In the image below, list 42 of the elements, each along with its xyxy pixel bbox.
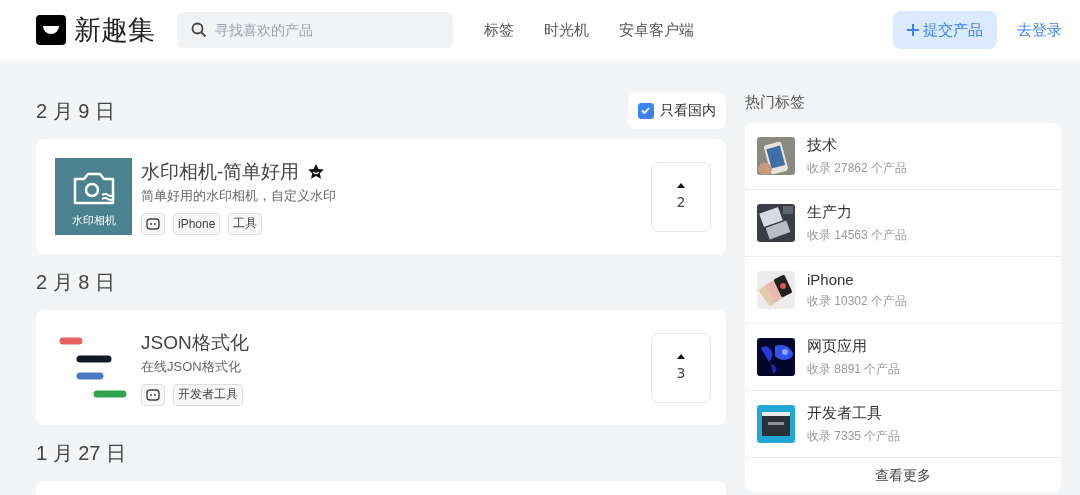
product-name[interactable]: 水印相机-简单好用: [141, 158, 300, 185]
product-tag[interactable]: iPhone: [173, 212, 221, 235]
search-icon: [191, 22, 207, 38]
product-logo: 水印相机: [55, 158, 132, 235]
product-description: 在线JSON格式化: [141, 357, 242, 376]
tag-count: 收录 8891 个产品: [807, 360, 901, 378]
see-more-link[interactable]: 查看更多: [745, 458, 1061, 492]
search-field[interactable]: 寻找喜欢的产品: [177, 12, 453, 48]
logo-icon: [36, 15, 66, 45]
caret-icon: [677, 354, 685, 359]
upvote-button[interactable]: 2: [651, 161, 711, 232]
tag-name[interactable]: iPhone: [807, 270, 908, 288]
comment-tag[interactable]: [141, 212, 165, 235]
tag-name[interactable]: 开发者工具: [807, 403, 901, 423]
chat-icon: [146, 388, 160, 401]
upvote-button[interactable]: 3: [651, 332, 711, 403]
product-name[interactable]: JSON格式化: [141, 329, 249, 356]
nav-link[interactable]: 标签: [484, 20, 514, 40]
login-link[interactable]: 去登录: [1017, 20, 1062, 40]
chat-icon: [146, 217, 160, 230]
comment-tag[interactable]: [141, 383, 165, 406]
product-tag[interactable]: 工具: [228, 212, 263, 235]
section-title: 热门标签: [745, 93, 806, 112]
date-heading: 2 月 8 日: [36, 269, 115, 295]
tag-count: 收录 14563 个产品: [807, 226, 908, 244]
date-heading: 1 月 27 日: [36, 440, 127, 466]
plus-icon: [907, 24, 919, 36]
nav-link[interactable]: 时光机: [544, 20, 589, 40]
tag-name[interactable]: 技术: [807, 135, 908, 155]
product-tag[interactable]: 开发者工具: [173, 383, 243, 406]
tag-count: 收录 10302 个产品: [807, 292, 908, 310]
brand-name: 新趣集: [74, 13, 155, 47]
date-heading: 2 月 9 日: [36, 98, 115, 124]
nav-link[interactable]: 安卓客户端: [619, 20, 694, 40]
checkbox[interactable]: [638, 103, 654, 119]
tag-name[interactable]: 生产力: [807, 202, 908, 222]
product-description: 简单好用的水印相机，自定义水印: [141, 186, 337, 205]
caret-icon: [677, 183, 685, 188]
domestic-filter[interactable]: 只看国内: [628, 93, 726, 129]
tag-count: 收录 7335 个产品: [807, 427, 901, 445]
tag-count: 收录 27862 个产品: [807, 159, 908, 177]
tag-name[interactable]: 网页应用: [807, 336, 901, 356]
